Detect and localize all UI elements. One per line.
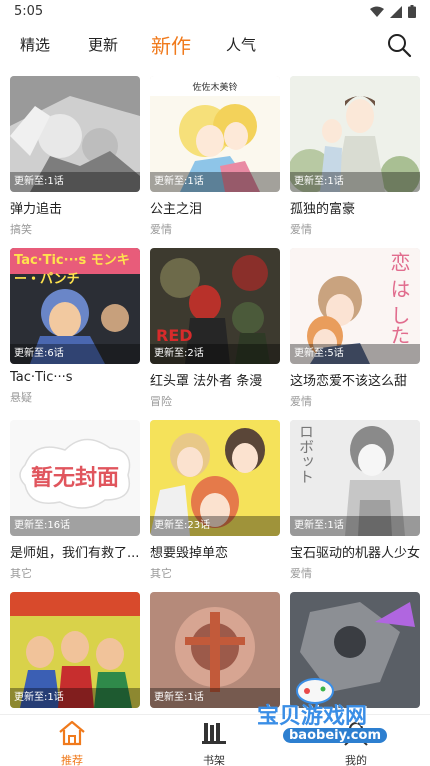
comic-card[interactable] (290, 592, 420, 708)
update-badge: 更新至:23话 (150, 516, 280, 536)
cover-art (290, 592, 420, 708)
comic-grid: 更新至:1话 弹力追击 搞笑 佐佐木美铃 更新至:1话 公主之泪 爱情 更新至:… (0, 74, 430, 714)
update-badge: 更新至:1话 (290, 516, 420, 536)
comic-title: 孤独的富豪 (290, 202, 356, 217)
comic-title: 想要毁掉单恋 (150, 546, 229, 561)
comic-title: 宝石驱动的机器人少女 (290, 546, 420, 561)
update-badge: 更新至:16话 (10, 516, 140, 536)
nav-label: 推荐 (61, 754, 83, 766)
nav-profile[interactable]: 我的 (326, 719, 386, 766)
comic-genre: 爱情 (290, 567, 312, 580)
comic-genre: 其它 (10, 567, 32, 580)
comic-genre: 爱情 (150, 223, 172, 236)
comic-cover: Tac·Tic···s モンキー・パンチ 更新至:6话 (10, 248, 140, 364)
nav-recommend[interactable]: 推荐 (42, 719, 102, 766)
update-badge: 更新至:1话 (10, 688, 140, 708)
nav-label: 书架 (203, 754, 225, 766)
bottom-nav: 推荐 书架 我的 (0, 714, 430, 766)
wifi-icon (370, 6, 384, 17)
comic-cover: 暂无封面 更新至:16话 (10, 420, 140, 536)
update-badge: 更新至:1话 (150, 172, 280, 192)
signal-icon (390, 5, 402, 18)
bookshelf-icon (202, 723, 226, 744)
battery-icon (408, 5, 416, 18)
comic-cover: 佐佐木美铃 更新至:1话 (150, 76, 280, 192)
comic-card[interactable]: 恋 は した 更新至:5话 这场恋爱不该这么甜 爱情 (290, 248, 420, 409)
comic-card[interactable]: ロボット 更新至:1话 宝石驱动的机器人少女 爱情 (290, 420, 420, 581)
profile-icon (344, 722, 368, 746)
comic-genre: 其它 (150, 567, 172, 580)
tab-popular[interactable]: 人气 (226, 34, 256, 55)
cover-title-text: Tac·Tic···s モンキー・パンチ (14, 253, 130, 287)
comic-cover: RED 更新至:2话 (150, 248, 280, 364)
comic-cover: 更新至:1话 (150, 592, 280, 708)
comic-card[interactable]: RED 更新至:2话 红头罩 法外者 条漫 冒险 (150, 248, 280, 409)
cover-author-text: 佐佐木美铃 (192, 83, 238, 93)
comic-cover (290, 592, 420, 708)
comic-genre: 搞笑 (10, 223, 32, 236)
status-icons (370, 5, 416, 18)
comic-cover: 更新至:1话 (10, 592, 140, 708)
search-icon[interactable] (386, 32, 412, 58)
comic-genre: 冒险 (150, 395, 172, 408)
top-tab-bar: 精选 更新 新作 人气 (0, 26, 430, 66)
comic-card[interactable]: 暂无封面 更新至:16话 是师姐，我们有救了... 其它 (10, 420, 140, 581)
comic-genre: 爱情 (290, 223, 312, 236)
comic-title: 红头罩 法外者 条漫 (150, 374, 263, 389)
comic-card[interactable]: 更新至:1话 弹力追击 搞笑 (10, 76, 140, 237)
update-badge: 更新至:1话 (290, 172, 420, 192)
comic-card[interactable]: Tac·Tic···s モンキー・パンチ 更新至:6话 Tac·Tic···s … (10, 248, 140, 405)
status-bar: 5:05 (0, 0, 430, 26)
nav-label: 我的 (345, 754, 367, 766)
tab-featured[interactable]: 精选 (20, 34, 50, 55)
comic-cover: 恋 は した 更新至:5话 (290, 248, 420, 364)
comic-title: 公主之泪 (150, 202, 203, 217)
tab-new[interactable]: 新作 (151, 30, 191, 59)
comic-cover: 更新至:1话 (10, 76, 140, 192)
comic-card[interactable]: 更新至:23话 想要毁掉单恋 其它 (150, 420, 280, 581)
comic-cover: 更新至:23话 (150, 420, 280, 536)
comic-title: Tac·Tic···s (10, 370, 73, 385)
comic-title: 这场恋爱不该这么甜 (290, 374, 408, 389)
comic-title: 弹力追击 (10, 202, 63, 217)
home-icon (59, 720, 85, 746)
cover-title-text: RED (156, 326, 193, 345)
update-badge: 更新至:2话 (150, 344, 280, 364)
update-badge: 更新至:1话 (10, 172, 140, 192)
comic-card[interactable]: 更新至:1话 (10, 592, 140, 708)
update-badge: 更新至:5话 (290, 344, 420, 364)
cover-placeholder-text: 暂无封面 (30, 466, 119, 491)
cover-title-text: ロボット (297, 424, 315, 484)
comic-genre: 爱情 (290, 395, 312, 408)
comic-card[interactable]: 佐佐木美铃 更新至:1话 公主之泪 爱情 (150, 76, 280, 237)
update-badge: 更新至:1话 (150, 688, 280, 708)
comic-genre: 悬疑 (10, 391, 32, 404)
update-badge: 更新至:6话 (10, 344, 140, 364)
comic-title: 是师姐，我们有救了... (10, 546, 140, 561)
comic-cover: ロボット 更新至:1话 (290, 420, 420, 536)
cover-title-text: 恋 は した (387, 252, 411, 345)
nav-bookshelf[interactable]: 书架 (184, 719, 244, 766)
status-time: 5:05 (14, 4, 44, 19)
tab-updates[interactable]: 更新 (88, 34, 118, 55)
comic-cover: 更新至:1话 (290, 76, 420, 192)
comic-card[interactable]: 更新至:1话 孤独的富豪 爱情 (290, 76, 420, 237)
comic-card[interactable]: 更新至:1话 (150, 592, 280, 708)
